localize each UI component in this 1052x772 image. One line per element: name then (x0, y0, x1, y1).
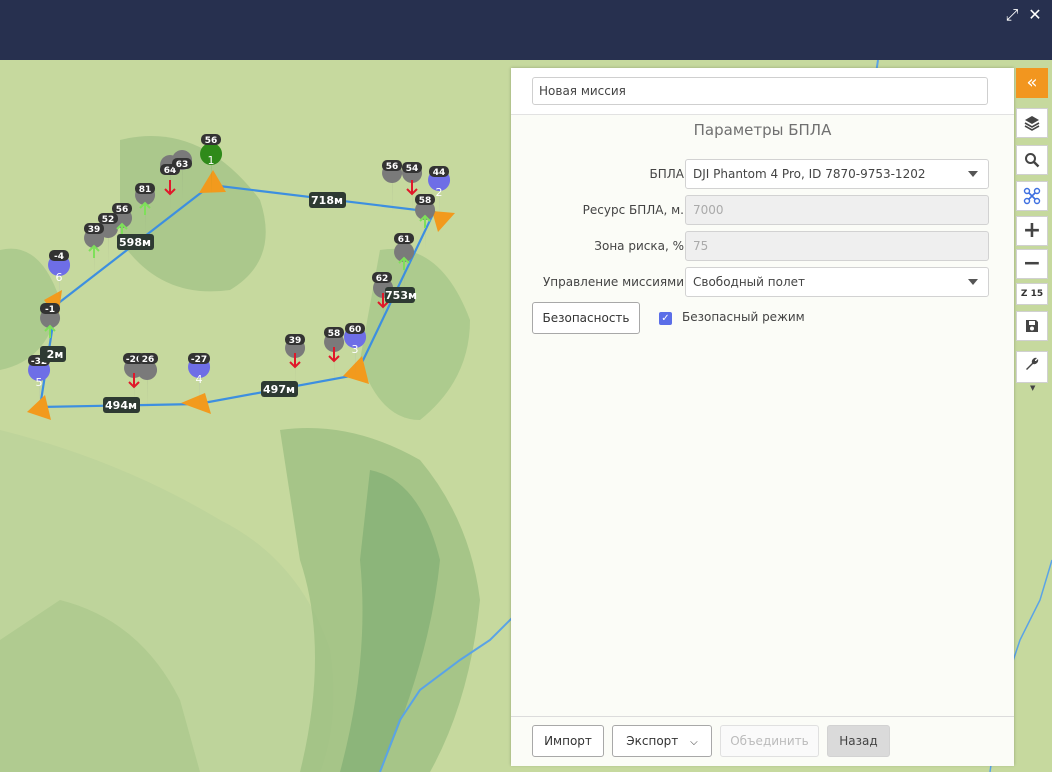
altitude-label: 54 (406, 164, 419, 174)
merge-button: Объединить (720, 725, 819, 757)
back-button[interactable]: Назад (827, 725, 890, 757)
altitude-label: 58 (419, 196, 432, 206)
drone-button[interactable] (1016, 181, 1048, 211)
altitude-label: 39 (289, 336, 302, 346)
zoom-level-indicator: Z 15 (1016, 283, 1048, 305)
tools-button[interactable]: ▼ (1016, 351, 1048, 392)
field-row-resource: Ресурс БПЛА, м. 7000 (511, 195, 1014, 225)
chevron-down-icon: ⌵ (690, 737, 698, 748)
search-icon (1025, 153, 1040, 168)
panel-title: Параметры БПЛА (693, 121, 832, 139)
wrench-icon (1026, 357, 1039, 370)
waypoint-label: 4 (196, 373, 203, 386)
resource-label: Ресурс БПЛА, м. (582, 203, 684, 217)
safe-mode-label: Безопасный режим (682, 310, 805, 324)
import-button[interactable]: Импорт (532, 725, 604, 757)
drone-icon (1023, 187, 1041, 205)
safe-mode-checkbox[interactable]: ✓ (659, 312, 672, 325)
altitude-label: -4 (54, 252, 64, 262)
mission-name-input[interactable]: Новая миссия (532, 77, 988, 105)
waypoint-label: 1 (208, 154, 215, 167)
export-button[interactable]: Экспорт ⌵ (612, 725, 712, 757)
risk-zone-input: 75 (685, 231, 989, 261)
altitude-label: 81 (139, 185, 152, 195)
window-header: ⤢ ✕ (0, 0, 1052, 60)
close-icon[interactable]: ✕ (1026, 6, 1044, 24)
waypoint-label: 2 (436, 186, 443, 199)
waypoint-label: 6 (56, 271, 63, 284)
altitude-label: 62 (376, 274, 389, 284)
altitude-label: 56 (386, 162, 399, 172)
altitude-label: -1 (45, 305, 55, 315)
field-row-mission-control: Управление миссиями Свободный полет (511, 267, 1014, 297)
resource-input: 7000 (685, 195, 989, 225)
drone-select-value: DJI Phantom 4 Pro, ID 7870-9753-1202 (693, 167, 926, 181)
field-row-risk: Зона риска, % 75 (511, 231, 1014, 261)
save-button[interactable] (1016, 311, 1048, 341)
collapse-panel-button[interactable]: « (1016, 68, 1048, 98)
distance-label: 753м (385, 289, 417, 302)
altitude-label: 39 (88, 225, 101, 235)
distance-label: 2м (47, 348, 64, 361)
altitude-label: 26 (142, 355, 155, 365)
altitude-label: 56 (116, 205, 129, 215)
distance-label: 494м (105, 399, 137, 412)
safety-button[interactable]: Безопасность (532, 302, 640, 334)
chevron-down-icon (968, 279, 978, 285)
expand-icon[interactable]: ⤢ (1003, 6, 1021, 24)
mission-control-value: Свободный полет (693, 275, 805, 289)
field-row-drone: БПЛА DJI Phantom 4 Pro, ID 7870-9753-120… (511, 159, 1014, 189)
distance-label: 598м (119, 236, 151, 249)
altitude-label: 44 (433, 168, 446, 178)
altitude-label: 61 (398, 235, 411, 245)
altitude-label: 52 (102, 215, 115, 225)
zoom-out-button[interactable]: − (1016, 249, 1048, 279)
layers-button[interactable] (1016, 108, 1048, 138)
altitude-label: 63 (176, 160, 189, 170)
mission-panel: Новая миссия Параметры БПЛА БПЛА DJI Pha… (511, 68, 1014, 766)
drone-label: БПЛА (649, 167, 685, 181)
altitude-label: 58 (328, 329, 341, 339)
mission-control-label: Управление миссиями (542, 275, 684, 289)
waypoint-label: 3 (352, 343, 359, 356)
chevron-down-icon: ▼ (1030, 384, 1036, 392)
altitude-label: -27 (191, 355, 207, 365)
layers-icon (1024, 116, 1040, 131)
altitude-label: 60 (349, 325, 362, 335)
altitude-label: 56 (205, 136, 218, 146)
save-icon (1026, 320, 1038, 332)
double-chevron-left-icon: « (1026, 72, 1038, 93)
zoom-in-button[interactable]: + (1016, 216, 1048, 246)
drone-select[interactable]: DJI Phantom 4 Pro, ID 7870-9753-1202 (685, 159, 989, 189)
waypoint-label: 5 (36, 376, 43, 389)
chevron-down-icon (968, 171, 978, 177)
risk-zone-label: Зона риска, % (594, 239, 684, 253)
panel-header: Новая миссия (511, 68, 1014, 115)
distance-label: 718м (311, 194, 343, 207)
mission-control-select[interactable]: Свободный полет (685, 267, 989, 297)
export-label: Экспорт (626, 734, 679, 748)
panel-footer: Импорт Экспорт ⌵ Объединить Назад (511, 716, 1014, 766)
search-button[interactable] (1016, 145, 1048, 175)
distance-label: 497м (263, 383, 295, 396)
